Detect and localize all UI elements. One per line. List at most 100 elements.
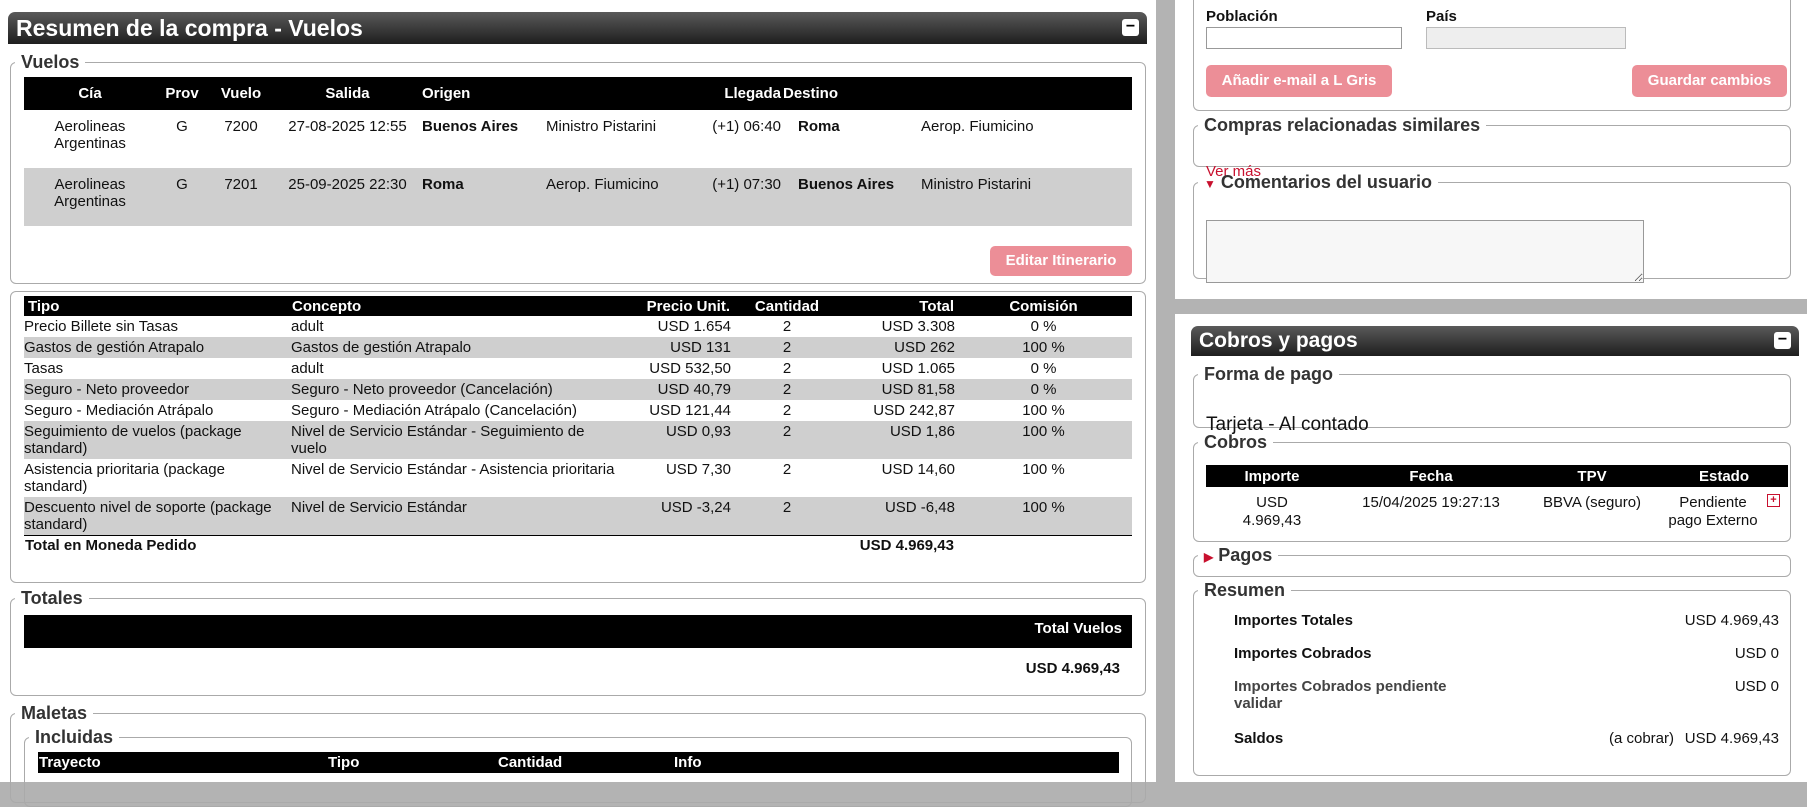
flight-origin-airport: Ministro Pistarini [546, 118, 657, 135]
flight-prov: G [176, 118, 188, 135]
minimize-icon[interactable]: − [1774, 332, 1791, 349]
col-importe: Importe [1206, 465, 1338, 487]
concept-total: USD -6,48 [884, 499, 955, 516]
col-cia: Cía [24, 77, 156, 110]
user-comments-legend: Comentarios del usuario [1220, 172, 1432, 192]
flight-airline: Aerolineas Argentinas [54, 118, 126, 152]
pais-label: País [1426, 8, 1457, 25]
expand-triangle-icon[interactable]: ▶ [1204, 550, 1213, 564]
concept-cantidad: 2 [782, 339, 792, 356]
concept-row: Descuento nivel de soporte (package stan… [24, 497, 1132, 536]
concept-total: USD 81,58 [881, 381, 955, 398]
add-email-button[interactable]: Añadir e-mail a L Gris [1206, 65, 1392, 97]
resumen-label: Saldos [1234, 730, 1284, 747]
user-comments-textarea[interactable] [1206, 220, 1644, 283]
concept-row: Precio Billete sin Tasas adult USD 1.654 2 U… [24, 316, 1132, 337]
col-cantidad: Cantidad [731, 296, 843, 316]
cobros-table: Importe Fecha TPV Estado USD 4.969,43 15… [1206, 465, 1788, 530]
concept-total: USD 242,87 [873, 402, 955, 419]
concept-row: Gastos de gestión Atrapalo Gastos de gest… [24, 337, 1132, 358]
concept-precio: USD 532,50 [649, 360, 731, 377]
total-vuelos-label: Total Vuelos [1034, 620, 1122, 637]
concept-concepto: Nivel de Servicio Estándar - Asistencia … [291, 461, 615, 478]
concept-concepto: Seguro - Mediación Atrápalo (Cancelación… [291, 402, 577, 419]
total-value: USD 4.969,43 [859, 537, 954, 554]
resumen-label: Importes Totales [1234, 612, 1353, 629]
cobro-fecha: 15/04/2025 19:27:13 [1362, 494, 1500, 511]
concept-cantidad: 2 [782, 381, 792, 398]
resumen-row: Importes Totales USD 4.969,43 [1234, 612, 1779, 645]
pagos-legend-wrap: ▶ Pagos [1198, 545, 1278, 566]
resumen-label: Importes Cobrados pendiente validar [1234, 678, 1447, 712]
col-trayecto: Trayecto [38, 752, 327, 773]
flight-arrival: (+1) 07:30 [712, 176, 781, 193]
flight-number: 7200 [224, 118, 258, 135]
concept-comision: 100 % [1022, 461, 1065, 478]
resumen-row: Importes Cobrados pendiente validar USD 0 [1234, 678, 1779, 730]
concept-comision: 100 % [1022, 499, 1065, 516]
concept-precio: USD 131 [670, 339, 731, 356]
related-purchases-section: Compras relacionadas similares Ver más [1193, 115, 1791, 180]
minimize-icon[interactable]: − [1122, 19, 1139, 36]
poblacion-label: Población [1206, 8, 1278, 25]
purchase-summary-column: Resumen de la compra - Vuelos − Vuelos C… [0, 0, 1156, 807]
col-destino-airport [920, 77, 1132, 110]
col-llegada: Llegada [695, 77, 782, 110]
plus-expand-icon[interactable]: + [1767, 494, 1780, 507]
poblacion-input[interactable] [1206, 27, 1402, 49]
concept-total: USD 3.308 [881, 318, 955, 335]
concept-tipo: Seguimiento de vuelos (package standard) [24, 423, 242, 457]
concept-cantidad: 2 [782, 318, 792, 335]
flights-table: Cía Prov Vuelo Salida Origen Llegada Des… [24, 77, 1132, 226]
col-info: Info [673, 752, 1119, 773]
concept-tipo: Seguro - Neto proveedor [24, 381, 190, 398]
concept-tipo: Tasas [24, 360, 64, 377]
concept-total: USD 262 [894, 339, 955, 356]
cobro-estado: Pendiente pago Externo [1668, 494, 1758, 529]
cobro-tpv: BBVA (seguro) [1542, 494, 1642, 511]
concept-comision: 100 % [1022, 402, 1065, 419]
forma-pago-section: Forma de pago Tarjeta - Al contado [1193, 364, 1791, 435]
concept-tipo: Precio Billete sin Tasas [24, 318, 178, 335]
col-tpv: TPV [1524, 465, 1660, 487]
concept-comision: 0 % [1030, 381, 1057, 398]
flight-departure: 25-09-2025 22:30 [288, 176, 407, 193]
edit-itinerary-button[interactable]: Editar Itinerario [990, 246, 1132, 276]
col-comision: Comisión [955, 296, 1132, 316]
flight-destination-city: Roma [798, 118, 840, 135]
col-fecha: Fecha [1338, 465, 1524, 487]
col-estado: Estado [1660, 465, 1788, 487]
resumen-value: USD 0 [1734, 645, 1779, 662]
resumen-value: USD 4.969,43 [1684, 730, 1779, 747]
col-prov: Prov [156, 77, 208, 110]
concept-precio: USD 1.654 [657, 318, 731, 335]
cobros-title: Cobros y pagos [1199, 329, 1358, 352]
flight-airline: Aerolineas Argentinas [54, 176, 126, 210]
col-origen: Origen [421, 77, 545, 110]
flight-origin-airport: Aerop. Fiumicino [546, 176, 659, 193]
pais-input[interactable] [1426, 27, 1626, 49]
concept-row: Seguro - Neto proveedor Seguro - Neto pro… [24, 379, 1132, 400]
concept-cantidad: 2 [782, 423, 792, 440]
expand-triangle-icon[interactable]: ▼ [1204, 177, 1216, 191]
save-changes-button[interactable]: Guardar cambios [1632, 65, 1787, 97]
cobros-header: Cobros y pagos − [1191, 326, 1799, 356]
total-vuelos-value: USD 4.969,43 [1025, 660, 1120, 677]
related-purchases-legend: Compras relacionadas similares [1204, 115, 1481, 135]
concept-tipo: Descuento nivel de soporte (package stan… [24, 499, 272, 533]
concept-precio: USD -3,24 [660, 499, 731, 516]
resumen-value: USD 4.969,43 [1684, 612, 1779, 629]
resumen-row: Importes Cobrados USD 0 [1234, 645, 1779, 678]
concepts-body: Precio Billete sin Tasas adult USD 1.654 2 U… [24, 316, 1132, 536]
incluidas-legend: Incluidas [35, 727, 114, 747]
concept-precio: USD 40,79 [657, 381, 731, 398]
col-origen-airport [545, 77, 695, 110]
flight-origin-city: Buenos Aires [422, 118, 519, 135]
concept-row: Seguimiento de vuelos (package standard)… [24, 421, 1132, 459]
cobros-legend: Cobros [1204, 432, 1267, 452]
flight-number: 7201 [224, 176, 258, 193]
baggage-table: Trayecto Tipo Cantidad Info [38, 752, 1119, 773]
resumen-legend: Resumen [1204, 580, 1286, 600]
concept-concepto: adult [291, 360, 324, 377]
concept-concepto: adult [291, 318, 324, 335]
